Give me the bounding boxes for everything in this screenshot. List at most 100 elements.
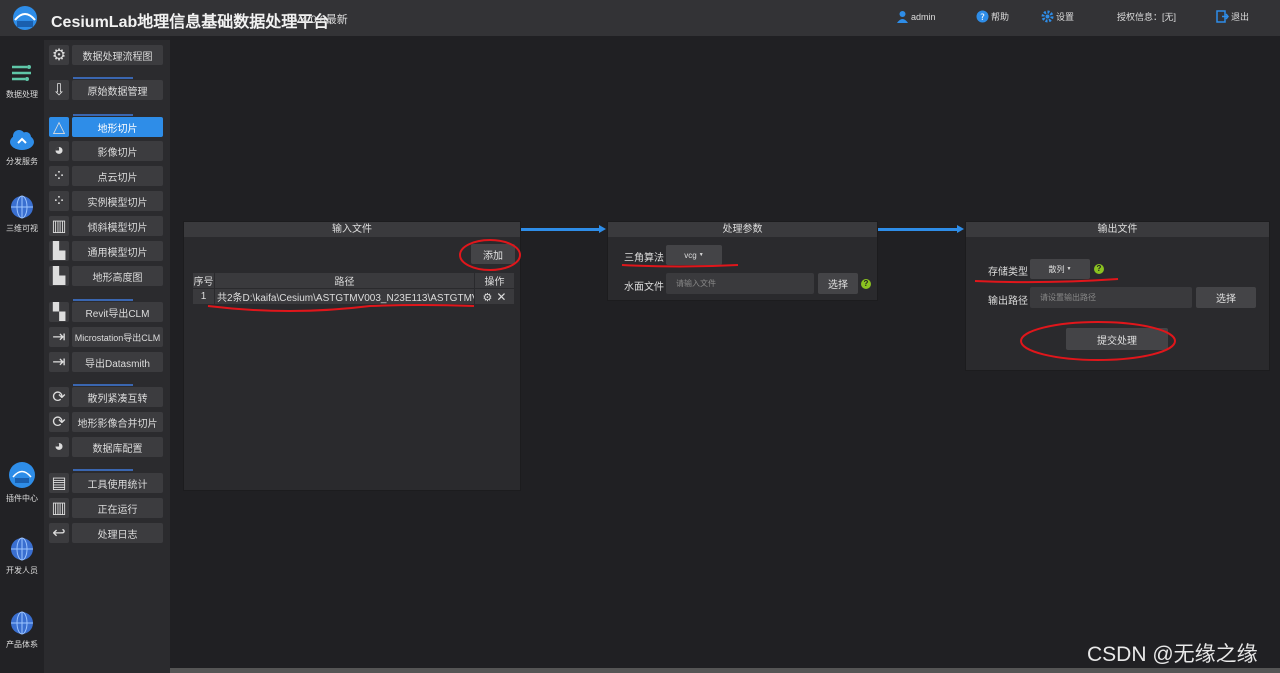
- table-row[interactable]: 1 共2条D:\kaifa\Cesium\ASTGTMV003_N23E113\…: [192, 288, 515, 305]
- menu-label: 地形影像合并切片: [72, 412, 163, 432]
- menu-item-process-log[interactable]: ↩ 处理日志: [49, 523, 163, 543]
- output-file-panel: 输出文件 存储类型 散列 ▼ ? 输出路径 请设置输出路径 选择 提交处理: [965, 221, 1270, 371]
- convert-icon: ⟳: [49, 387, 69, 407]
- app-version: V4.0.6最新: [294, 14, 348, 26]
- nav-label: 开发人员: [6, 566, 38, 575]
- nav-item-plugin-center[interactable]: 插件中心: [0, 460, 44, 504]
- menu-item-general-model-tiles[interactable]: ▙ 通用模型切片: [49, 241, 163, 261]
- menu-item-instance-model-tiles[interactable]: ⁘ 实例模型切片: [49, 191, 163, 211]
- menu-item-hash-compact-convert[interactable]: ⟳ 散列紧凑互转: [49, 387, 163, 407]
- close-icon[interactable]: ✕: [496, 290, 506, 304]
- file-table: 序号 路径 操作 1 共2条D:\kaifa\Cesium\ASTGTMV003…: [192, 272, 515, 305]
- revit-icon: ▚: [49, 302, 69, 322]
- horizontal-scrollbar[interactable]: [170, 668, 1280, 673]
- top-bar: CesiumLab地理信息基础数据处理平台 V4.0.6最新 admin ? 帮…: [0, 0, 1280, 36]
- chevron-down-icon: ▼: [1066, 266, 1072, 272]
- menu-item-running[interactable]: ▥ 正在运行: [49, 498, 163, 518]
- pointcloud-icon: ⁘: [49, 166, 69, 186]
- gear-icon: ⚙: [49, 45, 69, 65]
- menu-label: 工具使用统计: [72, 473, 163, 493]
- menu-label: 数据库配置: [72, 437, 163, 457]
- settings-link[interactable]: 设置: [1041, 10, 1074, 23]
- row-path: 共2条D:\kaifa\Cesium\ASTGTMV003_N23E113\AS…: [214, 288, 475, 305]
- select-water-file-button[interactable]: 选择: [818, 273, 858, 294]
- globe-icon: [11, 537, 33, 561]
- cesiumlab-logo-icon: [13, 6, 37, 30]
- algo-dropdown[interactable]: vcg ▼: [666, 245, 722, 265]
- gear-icon[interactable]: ⚙: [483, 292, 493, 304]
- menu-divider: [73, 77, 133, 79]
- algo-label: 三角算法: [624, 253, 664, 264]
- menu-item-terrain-tiles[interactable]: △ 地形切片: [49, 117, 163, 137]
- menu-label: Microstation导出CLM: [72, 327, 163, 347]
- help-link[interactable]: ? 帮助: [976, 10, 1009, 23]
- menu-item-flowchart[interactable]: ⚙ 数据处理流程图: [49, 45, 163, 65]
- terrain-icon: △: [49, 117, 69, 137]
- download-icon: ⇩: [49, 80, 69, 100]
- nav-item-3d-visual[interactable]: 三维可视: [0, 194, 44, 234]
- model-icon: ▙: [49, 241, 69, 261]
- panel-title: 处理参数: [608, 222, 877, 237]
- nav-item-developers[interactable]: 开发人员: [0, 536, 44, 576]
- column-header-actions: 操作: [474, 272, 515, 289]
- license-info: 授权信息：[无]: [1117, 10, 1176, 23]
- menu-item-oblique-model-tiles[interactable]: ▥ 倾斜模型切片: [49, 216, 163, 236]
- help-icon[interactable]: ?: [1094, 264, 1104, 274]
- column-header-path: 路径: [214, 272, 475, 289]
- logout-link[interactable]: 退出: [1216, 10, 1249, 23]
- svg-text:?: ?: [980, 13, 985, 23]
- menu-item-image-tiles[interactable]: ◕ 影像切片: [49, 141, 163, 161]
- output-path-label: 输出路径: [988, 296, 1028, 307]
- help-icon[interactable]: ?: [861, 279, 871, 289]
- menu-divider: [73, 384, 133, 386]
- panel-title: 输入文件: [184, 222, 520, 237]
- menu-label: 散列紧凑互转: [72, 387, 163, 407]
- menu-item-microstation-export[interactable]: ⇥ Microstation导出CLM: [49, 327, 163, 347]
- menu-item-revit-export[interactable]: ▚ Revit导出CLM: [49, 302, 163, 322]
- nav-label: 产品体系: [6, 640, 38, 649]
- row-actions: ⚙ ✕: [474, 288, 515, 305]
- submit-process-button[interactable]: 提交处理: [1066, 328, 1168, 350]
- nav-item-data-process[interactable]: 数据处理: [0, 60, 44, 100]
- image-icon: ◕: [49, 141, 69, 161]
- nav-item-products[interactable]: 产品体系: [0, 610, 44, 650]
- menu-item-pointcloud-tiles[interactable]: ⁘ 点云切片: [49, 166, 163, 186]
- input-file-panel: 输入文件 添加 序号 路径 操作 1 共2条D:\kaifa\Cesium\AS…: [183, 221, 521, 491]
- menu-item-tool-stats[interactable]: ▤ 工具使用统计: [49, 473, 163, 493]
- menu-label: 影像切片: [72, 141, 163, 161]
- export-icon: ⇥: [49, 352, 69, 372]
- algo-value: vcg: [684, 250, 697, 260]
- user-menu[interactable]: admin: [896, 10, 936, 23]
- add-file-button[interactable]: 添加: [471, 244, 515, 264]
- menu-label: 原始数据管理: [72, 80, 163, 100]
- menu-divider: [73, 114, 133, 116]
- storage-type-dropdown[interactable]: 散列 ▼: [1030, 259, 1090, 279]
- logout-label: 退出: [1231, 12, 1250, 22]
- menu-label: 通用模型切片: [72, 241, 163, 261]
- menu-label: Revit导出CLM: [72, 302, 163, 322]
- column-header-index: 序号: [192, 272, 215, 289]
- menu-item-database-config[interactable]: ◕ 数据库配置: [49, 437, 163, 457]
- menu-label: 正在运行: [72, 498, 163, 518]
- lab-icon: [9, 462, 35, 488]
- menu-label: 处理日志: [72, 523, 163, 543]
- menu-item-datasmith-export[interactable]: ⇥ 导出Datasmith: [49, 352, 163, 372]
- menu-item-raw-data[interactable]: ⇩ 原始数据管理: [49, 80, 163, 100]
- menu-item-merge-tiles[interactable]: ⟳ 地形影像合并切片: [49, 412, 163, 432]
- menu-label: 地形高度图: [72, 266, 163, 286]
- cloud-icon: [10, 130, 34, 150]
- database-icon: ◕: [49, 437, 69, 457]
- back-icon: ↩: [49, 523, 69, 543]
- nav-item-distribution[interactable]: 分发服务: [0, 127, 44, 167]
- output-path-input[interactable]: 请设置输出路径: [1030, 287, 1192, 308]
- doc-icon: ▤: [49, 473, 69, 493]
- export-icon: ⇥: [49, 327, 69, 347]
- select-output-path-button[interactable]: 选择: [1196, 287, 1256, 308]
- flow-arrow: [878, 225, 964, 233]
- water-file-input[interactable]: 请输入文件: [666, 273, 814, 294]
- menu-item-terrain-heightmap[interactable]: ▙ 地形高度图: [49, 266, 163, 286]
- nav-label: 三维可视: [6, 224, 38, 233]
- menu-label: 倾斜模型切片: [72, 216, 163, 236]
- menu-divider: [73, 299, 133, 301]
- instance-icon: ⁘: [49, 191, 69, 211]
